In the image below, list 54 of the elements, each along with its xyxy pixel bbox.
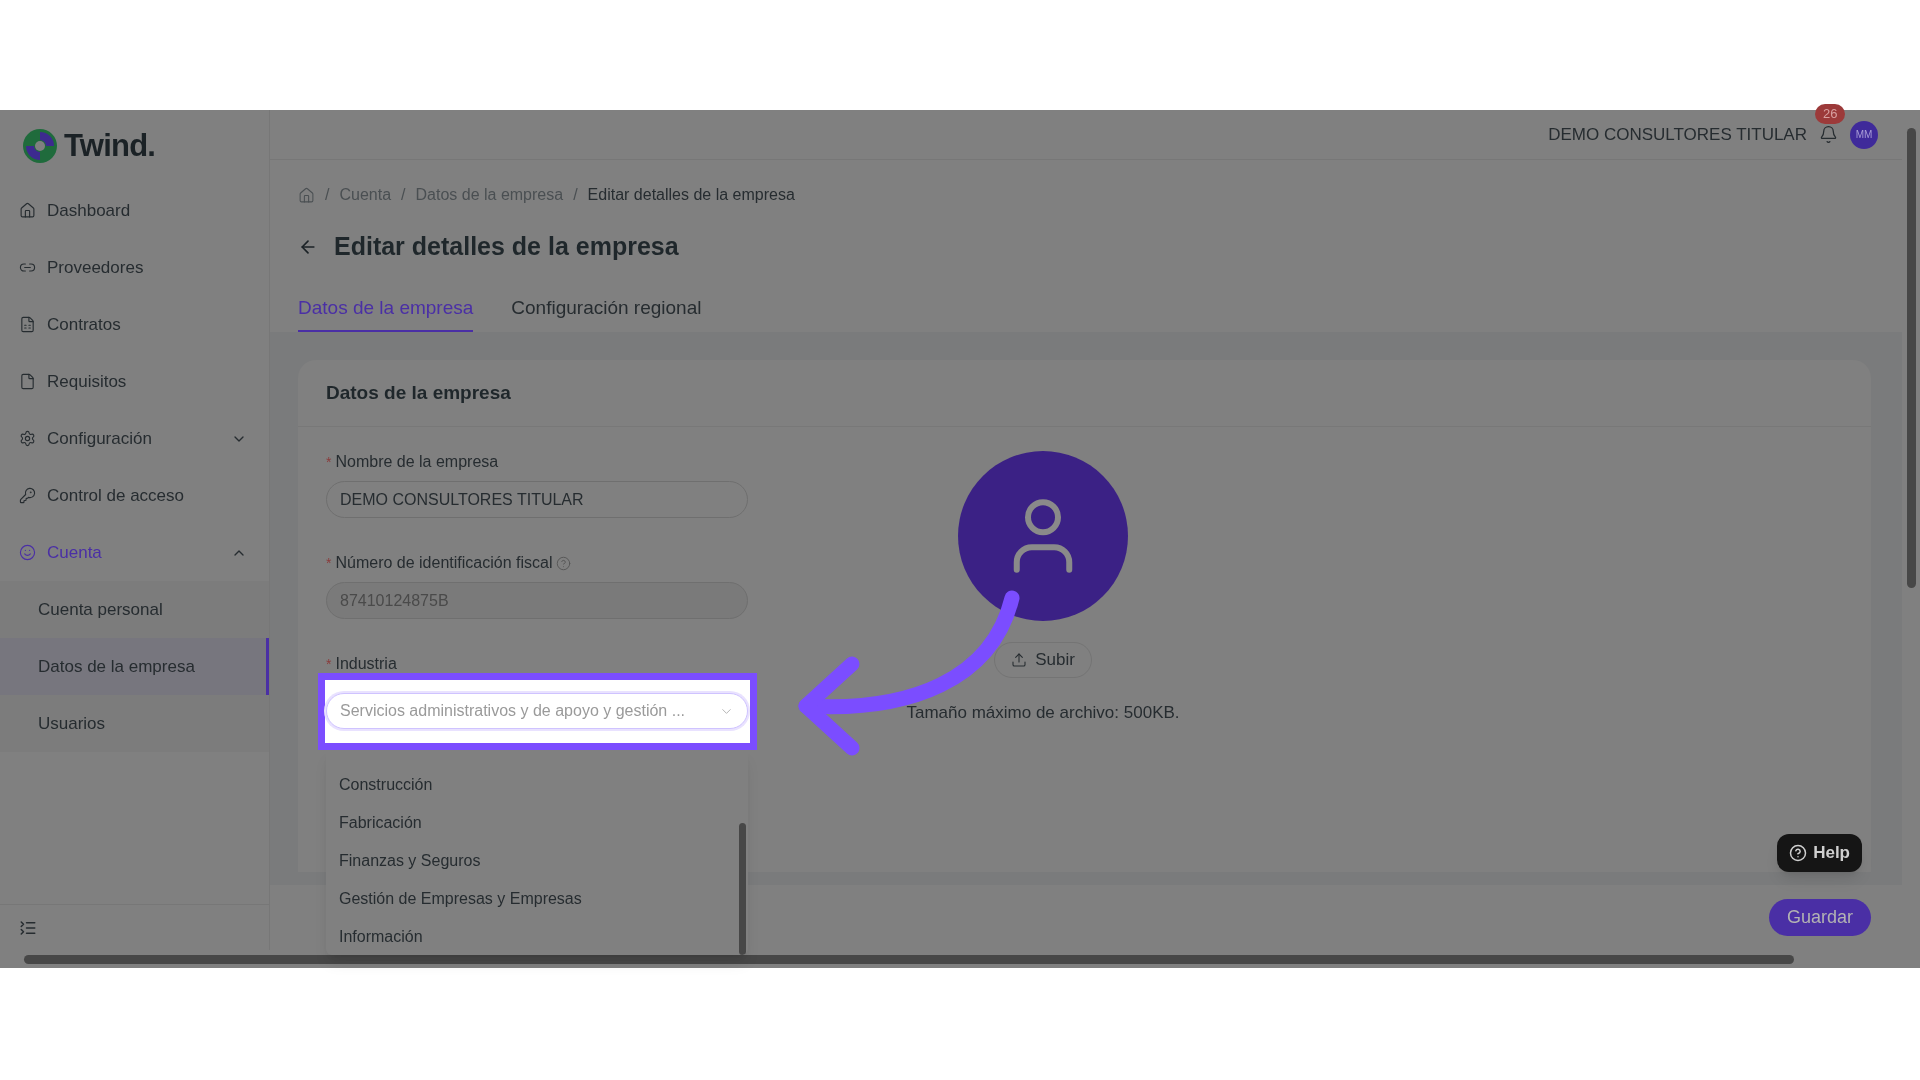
dropdown-option[interactable]: Fabricación [326, 804, 748, 842]
notification-icon[interactable] [1819, 125, 1838, 144]
breadcrumb-separator: / [325, 185, 330, 205]
sidebar-item[interactable]: Configuración [0, 410, 269, 467]
scrollbar-thumb[interactable] [24, 954, 1794, 964]
nav-icon [19, 373, 36, 390]
sidebar-item[interactable]: Proveedores [0, 239, 269, 296]
card-title: Datos de la empresa [326, 380, 511, 405]
dropdown-option[interactable]: Gestión de Empresas y Empresas [326, 880, 748, 918]
field-label: Nombre de la empresa [335, 452, 499, 472]
file-size-note: Tamaño máximo de archivo: 500KB. [906, 702, 1180, 724]
home-icon[interactable] [298, 186, 315, 204]
logo-icon [20, 126, 60, 166]
help-button[interactable]: Help [1777, 834, 1862, 872]
sidebar-subitem[interactable]: Cuenta personal [0, 581, 269, 638]
sidebar-subitem[interactable]: Datos de la empresa [0, 638, 269, 695]
upload-icon [1011, 652, 1028, 668]
field-label: Industria [335, 654, 397, 674]
vertical-scrollbar[interactable] [1902, 110, 1920, 950]
page-title: Editar detalles de la empresa [334, 231, 679, 262]
nav-icon [19, 202, 36, 219]
nav-icon [19, 544, 36, 561]
user-avatar[interactable]: MM [1850, 120, 1878, 149]
required-mark: * [326, 452, 332, 472]
sidebar-item[interactable]: Cuenta [0, 524, 269, 581]
sidebar-item[interactable]: Control de acceso [0, 467, 269, 524]
sidebar-subitem[interactable]: Usuarios [0, 695, 269, 752]
required-mark: * [326, 553, 332, 573]
dropdown-option[interactable]: Información [326, 918, 748, 955]
logo-text: Twind. [64, 126, 156, 165]
dropdown-option[interactable]: Construcción [326, 766, 748, 804]
tab[interactable]: Configuración regional [511, 293, 702, 333]
scrollbar-thumb[interactable] [739, 823, 746, 955]
text-field[interactable]: DEMO CONSULTORES TITULAR [326, 481, 748, 518]
select-field[interactable]: Servicios administrativos y de apoyo y gestión ... [326, 693, 748, 729]
sidebar-item[interactable]: Dashboard [0, 182, 269, 239]
field-label: Número de identificación fiscal [335, 553, 553, 573]
breadcrumb-item: Editar detalles de la empresa [587, 185, 795, 205]
collapse-menu-icon[interactable] [19, 918, 37, 937]
sidebar-item[interactable]: Contratos [0, 296, 269, 353]
nav-icon [19, 430, 36, 447]
scrollbar-thumb[interactable] [1906, 128, 1916, 588]
dropdown-option[interactable]: Finanzas y Seguros [326, 842, 748, 880]
sidebar-item[interactable]: Requisitos [0, 353, 269, 410]
nav-icon [19, 487, 36, 504]
save-button[interactable]: Guardar [1768, 899, 1871, 936]
horizontal-scrollbar[interactable] [0, 950, 1920, 968]
required-mark: * [326, 654, 332, 674]
help-icon [1789, 844, 1808, 862]
breadcrumb-separator: / [401, 185, 406, 205]
account-name: DEMO CONSULTORES TITULAR [1548, 123, 1807, 146]
breadcrumb-separator: / [573, 185, 578, 205]
nav-icon [19, 316, 36, 333]
notification-count: 26 [1815, 104, 1846, 124]
